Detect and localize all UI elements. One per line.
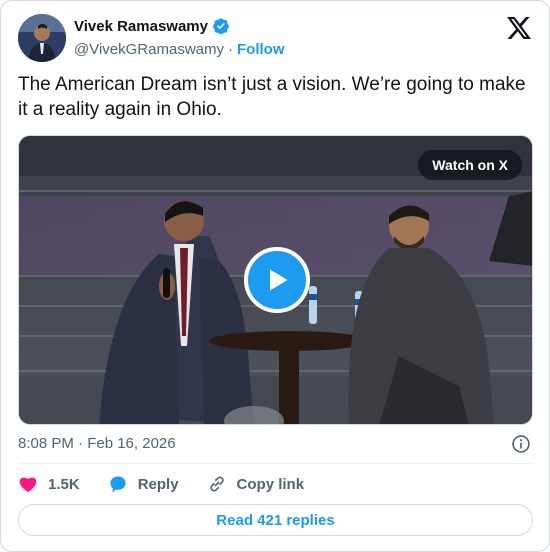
play-icon [270,269,288,291]
watch-on-x-button[interactable]: Watch on X [418,150,522,180]
tweet-text: The American Dream isn’t just a vision. … [18,74,526,120]
separator-dot: · [228,41,233,58]
reply-label: Reply [137,475,179,493]
heart-icon [19,477,37,492]
tweet-timestamp[interactable]: 8:08 PM · Feb 16, 2026 [18,435,176,452]
video-player[interactable]: Watch on X [18,135,533,425]
x-logo-icon[interactable] [507,17,531,39]
link-icon [209,476,224,492]
info-icon[interactable] [511,434,531,454]
copy-link-button[interactable]: Copy link [207,474,305,494]
like-count: 1.5K [48,475,80,493]
divider [18,463,533,464]
like-button[interactable]: 1.5K [18,474,80,494]
action-bar: 1.5K Reply Copy link [18,473,332,495]
reply-button[interactable]: Reply [108,474,179,494]
avatar[interactable] [18,14,66,62]
author-handle[interactable]: @VivekGRamaswamy [74,41,224,58]
play-button[interactable] [244,247,310,313]
tweet-card: Vivek Ramaswamy @VivekGRamaswamy · Follo… [0,0,550,552]
read-replies-button[interactable]: Read 421 replies [18,504,533,536]
reply-bubble-icon [110,476,126,493]
verified-badge-icon [213,18,229,35]
follow-button[interactable]: Follow [237,41,285,58]
author-name[interactable]: Vivek Ramaswamy [74,18,208,35]
copy-link-label: Copy link [236,475,305,493]
